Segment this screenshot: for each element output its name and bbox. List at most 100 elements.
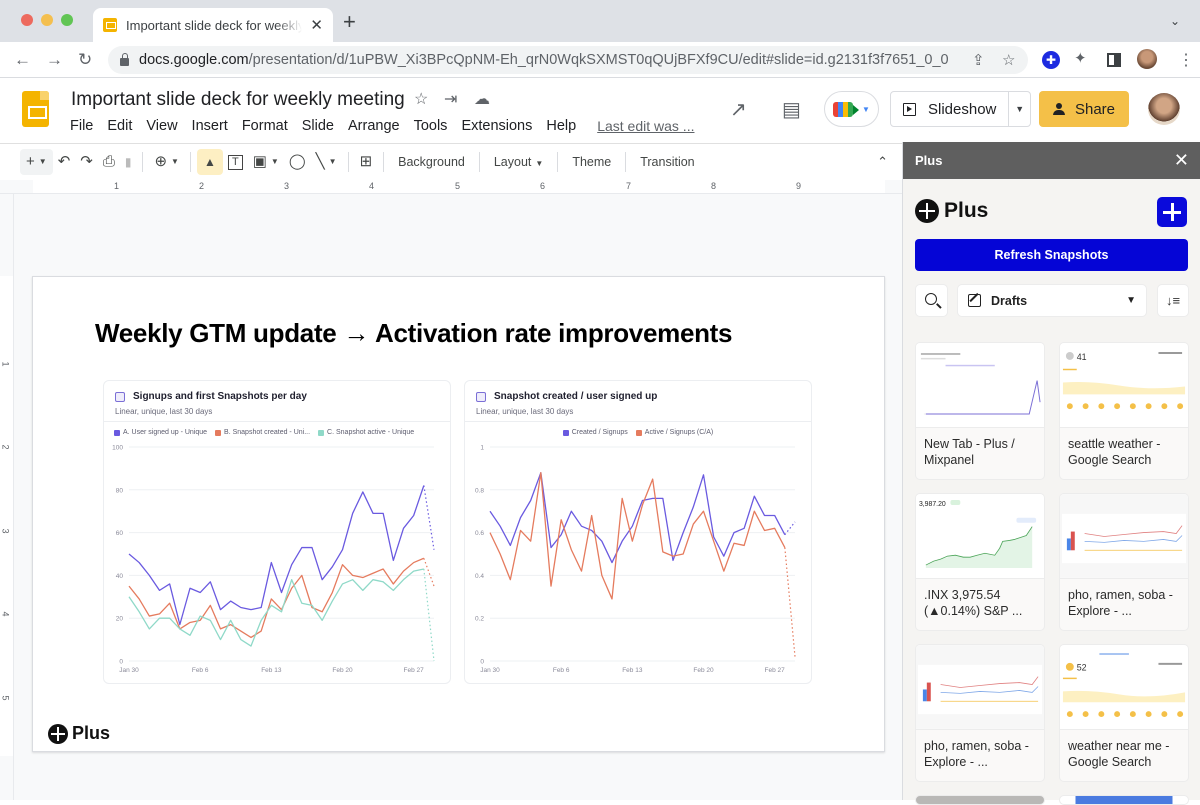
forward-icon[interactable]: → — [46, 50, 63, 70]
ruler-track — [0, 276, 13, 756]
last-edit-link[interactable]: Last edit was ... — [583, 117, 708, 135]
shape-button[interactable]: ◯ — [284, 149, 311, 175]
menu-format[interactable]: Format — [235, 117, 295, 135]
bookmark-star-icon[interactable]: ☆ — [1002, 51, 1015, 69]
snapshot-card[interactable]: New Tab - Plus / Mixpanel — [915, 342, 1045, 480]
close-icon[interactable]: ✕ — [1174, 150, 1189, 171]
slide-plus-logo: Plus — [48, 723, 110, 744]
undo-button[interactable]: ↶ — [53, 149, 76, 175]
line-button[interactable]: ╲ ▼ — [311, 149, 342, 175]
select-tool-button[interactable]: ▲ — [196, 149, 223, 175]
move-to-folder-icon[interactable]: ⇥ — [444, 89, 457, 109]
redo-button[interactable]: ↷ — [75, 149, 98, 175]
refresh-snapshots-button[interactable]: Refresh Snapshots — [915, 239, 1188, 271]
toolbar-divider — [142, 152, 144, 172]
comments-icon[interactable]: ▤ — [782, 97, 801, 122]
menu-arrange[interactable]: Arrange — [341, 117, 407, 135]
snapshot-card[interactable]: pho, ramen, soba - Explore - ... — [1059, 493, 1189, 631]
background-button[interactable]: Background — [390, 155, 473, 169]
star-icon[interactable]: ☆ — [414, 89, 428, 109]
toolbar-divider — [625, 152, 627, 172]
slideshow-options-caret-icon[interactable]: ▼ — [1009, 104, 1030, 114]
paint-format-button[interactable]: ▮ — [120, 149, 137, 175]
meet-button[interactable]: ▼ — [824, 91, 879, 127]
slideshow-label: Slideshow — [928, 100, 997, 118]
snapshot-thumbnail: 41 — [1060, 343, 1188, 428]
chart-card-ratio[interactable]: Snapshot created / user signed up Linear… — [464, 380, 812, 684]
add-comment-button[interactable]: ⊞ — [355, 149, 378, 175]
vertical-ruler[interactable]: 1 2 3 4 5 — [0, 194, 14, 800]
print-button[interactable]: ⎙ — [98, 149, 120, 175]
menu-file[interactable]: File — [63, 117, 100, 135]
window-minimize-button[interactable] — [41, 14, 53, 26]
menu-edit[interactable]: Edit — [100, 117, 139, 135]
search-icon[interactable] — [915, 284, 948, 317]
snapshot-card[interactable] — [1059, 795, 1189, 805]
shape-icon: ◯ — [288, 153, 306, 170]
side-panel-icon[interactable] — [1107, 53, 1121, 67]
share-button[interactable]: Share — [1039, 91, 1129, 127]
window-close-button[interactable] — [21, 14, 33, 26]
menu-tools[interactable]: Tools — [407, 117, 455, 135]
profile-avatar[interactable] — [1137, 49, 1157, 69]
drafts-dropdown[interactable]: Drafts ▼ — [957, 284, 1147, 317]
document-title[interactable]: Important slide deck for weekly meeting — [71, 89, 405, 111]
extensions-puzzle-icon[interactable]: ✦ — [1074, 49, 1087, 67]
layout-button[interactable]: Layout ▼ — [486, 155, 551, 169]
sort-button[interactable]: ↓≡ — [1157, 284, 1189, 317]
cloud-saved-icon[interactable]: ☁ — [474, 89, 490, 109]
redo-icon: ↷ — [80, 153, 93, 170]
tab-list-chevron-icon[interactable]: ⌄ — [1170, 14, 1180, 28]
account-avatar[interactable] — [1148, 93, 1180, 125]
snapshot-card[interactable]: 41 seattle weather - Google Search — [1059, 342, 1189, 480]
tab-close-icon[interactable]: ✕ — [310, 16, 323, 34]
activity-trend-icon[interactable]: ↗ — [730, 97, 747, 122]
reload-icon[interactable]: ↻ — [78, 50, 92, 70]
snapshot-card[interactable]: 52 weather near me - Google Search — [1059, 644, 1189, 782]
y-tick-label: 100 — [112, 445, 123, 452]
legend-swatch — [562, 429, 569, 436]
ruler-number: 1 — [114, 181, 120, 191]
new-tab-button[interactable]: + — [343, 11, 356, 33]
slideshow-start[interactable]: Slideshow — [891, 92, 1010, 126]
menu-slide[interactable]: Slide — [295, 117, 341, 135]
slides-logo-icon[interactable] — [22, 91, 49, 127]
chart-card-signups[interactable]: Signups and first Snapshots per day Line… — [103, 380, 451, 684]
slide-canvas[interactable]: Weekly GTM update → Activation rate impr… — [14, 194, 902, 800]
browser-menu-icon[interactable]: ⋮ — [1178, 50, 1194, 70]
zoom-button[interactable]: ⊕ ▼ — [149, 149, 184, 175]
menu-extensions[interactable]: Extensions — [454, 117, 539, 135]
stock-price: 3,987.20 — [919, 501, 946, 508]
y-tick-label: 40 — [116, 573, 124, 580]
horizontal-ruler[interactable]: 1 2 3 4 5 6 7 8 9 — [0, 180, 902, 194]
slide[interactable]: Weekly GTM update → Activation rate impr… — [32, 276, 885, 752]
theme-button[interactable]: Theme — [564, 155, 619, 169]
url-text: docs.google.com/presentation/d/1uPBW_Xi3… — [139, 52, 949, 68]
ruler-number: 9 — [796, 181, 802, 191]
window-maximize-button[interactable] — [61, 14, 73, 26]
plus-extension-icon[interactable]: ✚ — [1042, 51, 1060, 69]
text-box-button[interactable]: T — [223, 149, 248, 175]
snapshot-card[interactable] — [915, 795, 1045, 805]
present-icon — [903, 102, 916, 116]
divider — [465, 421, 811, 422]
snapshot-card[interactable]: 3,987.20 .INX 3,975.54 (▲0.14%) S&P ... — [915, 493, 1045, 631]
legend-item: C. Snapshot active - Unique — [318, 429, 414, 436]
insert-image-button[interactable]: ▣ ▼ — [248, 149, 284, 175]
new-slide-button[interactable]: + ▼ — [20, 149, 53, 175]
transition-button[interactable]: Transition — [632, 155, 702, 169]
ruler-number: 4 — [369, 181, 375, 191]
menu-view[interactable]: View — [139, 117, 184, 135]
menu-help[interactable]: Help — [539, 117, 583, 135]
ruler-number: 2 — [199, 181, 205, 191]
plus-app-icon[interactable] — [1157, 197, 1187, 227]
slideshow-button[interactable]: Slideshow ▼ — [890, 91, 1031, 127]
back-icon[interactable]: ← — [14, 50, 31, 70]
menu-insert[interactable]: Insert — [185, 117, 235, 135]
share-page-icon[interactable]: ⇪ — [972, 51, 985, 69]
browser-tab[interactable]: Important slide deck for weekly meeting … — [93, 8, 333, 42]
snapshot-card[interactable]: pho, ramen, soba - Explore - ... — [915, 644, 1045, 782]
slide-title[interactable]: Weekly GTM update → Activation rate impr… — [95, 318, 733, 349]
address-bar[interactable]: docs.google.com/presentation/d/1uPBW_Xi3… — [108, 46, 1028, 74]
collapse-toolbar-icon[interactable]: ⌃ — [877, 154, 888, 170]
